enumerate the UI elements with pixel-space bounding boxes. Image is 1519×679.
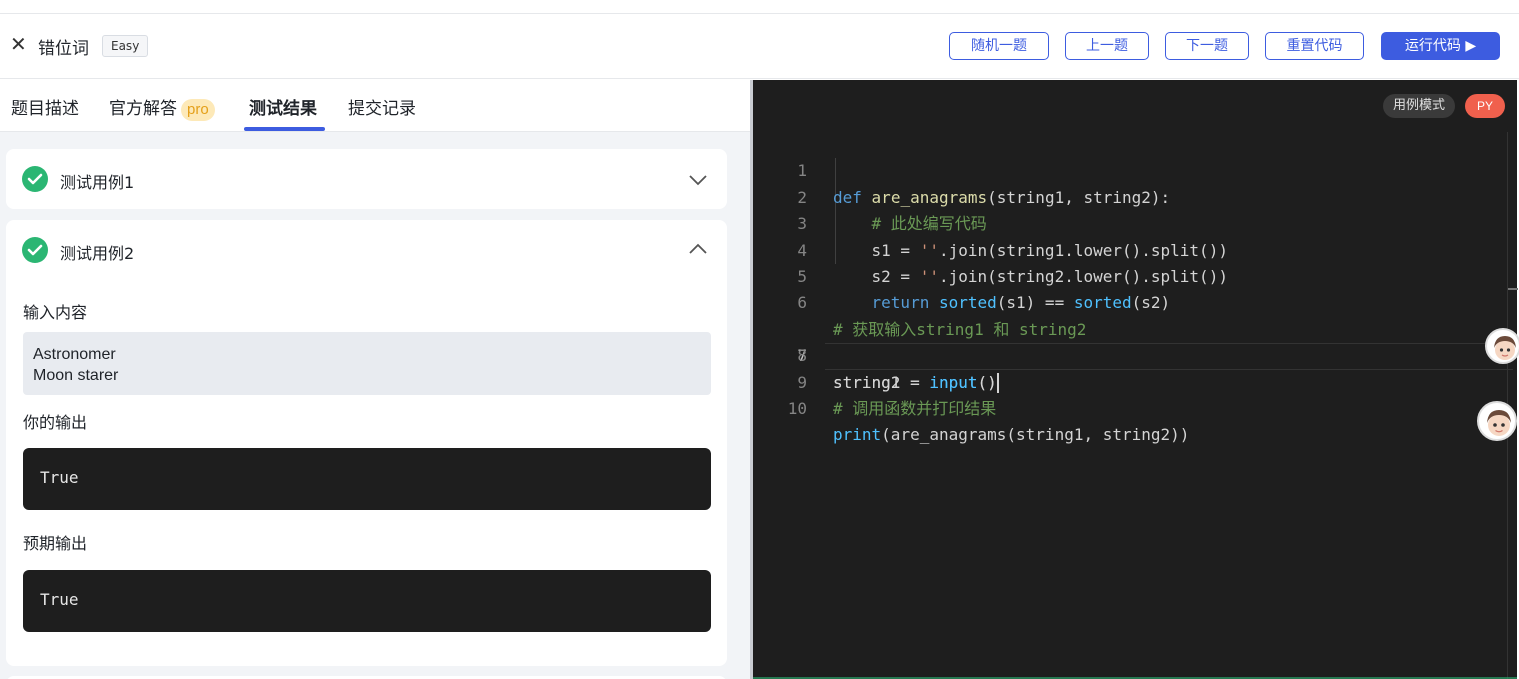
editor-toolbar: 用例模式 PY [753,80,1517,132]
chevron-down-icon[interactable] [689,171,707,187]
input-content-box: Astronomer Moon starer [23,332,711,395]
tab-test-results[interactable]: 测试结果 [249,94,317,119]
code-text: print(are_anagrams(string1, string2)) [833,425,1190,445]
tab-solution[interactable]: 官方解答 pro [109,94,215,121]
assistant-avatar-icon[interactable] [1485,328,1519,364]
code-line: 10 print(are_anagrams(string1, string2)) [753,370,1513,444]
expected-output-box: True [23,570,711,632]
scroll-marker [1508,288,1518,290]
tab-description[interactable]: 题目描述 [11,94,79,119]
expected-output-label: 预期输出 [23,534,88,553]
assistant-avatar-icon[interactable] [1477,401,1517,441]
tab-solution-label: 官方解答 [109,99,177,119]
code-line: 1 def are_anagrams(string1, string2): [753,132,1513,206]
code-line: 5 return sorted(s1) == sorted(s2) [753,238,1513,312]
input-line: Astronomer [33,346,116,363]
pro-badge: pro [181,99,215,121]
line-number: 10 [787,398,807,418]
tab-bar: 题目描述 官方解答 pro 测试结果 提交记录 [0,80,750,132]
code-text: # 调用函数并打印结果 [833,398,997,418]
problem-title: 错位词 [38,39,89,59]
tab-submissions[interactable]: 提交记录 [348,94,416,119]
input-label: 输入内容 [23,303,88,322]
code-line: 2 # 此处编写代码 [753,158,1513,233]
code-editor[interactable]: 用例模式 PY 1 def are_anagrams(string1, stri… [753,80,1518,679]
code-line: 3 s1 = ''.join(string1.lower().split()) [753,185,1513,259]
next-problem-button[interactable]: 下一题 [1165,32,1249,60]
top-strip [0,0,1519,14]
chevron-up-icon[interactable] [689,240,707,256]
your-output-label: 你的输出 [23,413,88,432]
your-output-box: True [23,448,711,510]
reset-code-button[interactable]: 重置代码 [1265,32,1364,60]
code-line: 9 # 调用函数并打印结果 [753,343,1513,418]
language-badge[interactable]: PY [1465,94,1505,118]
input-line: Moon starer [33,367,119,384]
test-case-2-title: 测试用例2 [60,244,135,263]
run-code-button[interactable]: 运行代码 ▶ [1381,32,1500,60]
code-area[interactable]: 1 def are_anagrams(string1, string2): 2 … [753,132,1513,444]
difficulty-badge: Easy [102,35,149,57]
case-mode-badge[interactable]: 用例模式 [1382,94,1455,118]
code-line: 4 s2 = ''.join(string2.lower().split()) [753,211,1513,286]
random-problem-button[interactable]: 随机一题 [949,32,1049,60]
check-circle-icon [22,237,48,263]
active-tab-indicator [244,127,325,131]
test-case-2-card: 测试用例2 输入内容 Astronomer Moon starer 你的输出 T… [6,220,727,666]
code-line: 6 # 获取输入string1 和 string2 [753,264,1513,338]
code-line: 8 string2 = input() [753,317,1513,391]
test-case-1-title: 测试用例1 [60,173,135,192]
close-icon[interactable]: ✕ [10,34,28,54]
prev-problem-button[interactable]: 上一题 [1065,32,1149,60]
code-line-current: 7 string1 = input() [753,290,1513,394]
left-panel: 题目描述 官方解答 pro 测试结果 提交记录 测试用例1 测试用例2 输入内容 … [0,80,750,679]
header-bar: ✕ 错位词 Easy 随机一题 上一题 下一题 重置代码 运行代码 ▶ [0,14,1519,79]
check-circle-icon [22,166,48,192]
test-case-1-card[interactable]: 测试用例1 [6,149,727,209]
